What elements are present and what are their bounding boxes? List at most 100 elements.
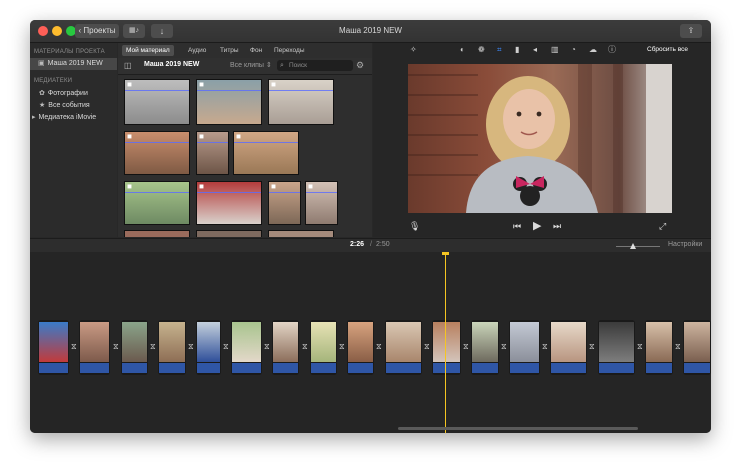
clip-thumbnail[interactable]: ◼ [233, 131, 299, 175]
color-balance-icon[interactable]: ◐ [460, 44, 465, 56]
timeline-clip[interactable] [79, 320, 110, 375]
transition-icon[interactable]: ⧖ [223, 342, 229, 352]
transition-icon[interactable]: ⧖ [302, 342, 308, 352]
timeline-clip[interactable] [509, 320, 540, 375]
transition-icon[interactable]: ⧖ [463, 342, 469, 352]
playhead[interactable] [445, 252, 446, 433]
clip-thumbnail[interactable]: ◼ [124, 131, 190, 175]
transition-icon[interactable]: ⧖ [376, 342, 382, 352]
transition-icon[interactable]: ⧖ [188, 342, 194, 352]
camera-icon: ◼ [127, 184, 132, 190]
disclosure-triangle-icon[interactable]: ▸ [32, 114, 36, 121]
clip-thumbnail[interactable]: ◼ [196, 131, 229, 175]
project-media-header: МАТЕРИАЛЫ ПРОЕКТА [34, 49, 105, 55]
search-field[interactable]: ⌕ [277, 60, 353, 71]
stabilization-icon[interactable]: ▮ [515, 44, 519, 56]
tab-backgrounds[interactable]: Фон [246, 45, 266, 56]
camera-icon: ◼ [308, 184, 313, 190]
search-input[interactable] [289, 60, 349, 71]
play-icon[interactable]: ▶ [533, 219, 541, 233]
skip-forward-icon[interactable]: ⏭ [553, 219, 561, 233]
timeline-clip[interactable] [432, 320, 461, 375]
sidebar-item-imovie-library[interactable]: ▸ Медиатека iMovie [32, 113, 96, 121]
sidebar-item-photos[interactable]: ✿ Фотографии [39, 89, 88, 97]
timeline-clip[interactable] [231, 320, 262, 375]
video-preview[interactable] [408, 64, 672, 213]
browser-tabs: Мой материал Аудио Титры Фон Переходы [118, 43, 372, 57]
photos-icon: ✿ [39, 90, 45, 97]
timeline-clip[interactable] [121, 320, 148, 375]
timeline-clip[interactable] [310, 320, 337, 375]
video-track: ⧖ ⧖ ⧖ ⧖ ⧖ ⧖ ⧖ ⧖ ⧖ ⧖ ⧖ ⧖ ⧖ ⧖ ⧖ ⧖ [30, 320, 711, 375]
browser-settings-icon[interactable]: ⚙ [356, 60, 364, 71]
events-icon: ★ [39, 102, 46, 109]
camera-icon: ◼ [199, 184, 204, 190]
crop-icon[interactable]: ⌗ [497, 44, 502, 56]
equalizer-icon[interactable]: ▥ [551, 44, 559, 56]
sidebar-item-label: Все события [48, 102, 90, 109]
transition-icon[interactable]: ⧖ [589, 342, 595, 352]
clip-thumbnail[interactable]: ◼ [305, 181, 338, 225]
tab-audio[interactable]: Аудио [184, 45, 210, 56]
timeline-clip[interactable] [347, 320, 374, 375]
sidebar-item-all-events[interactable]: ★ Все события [39, 101, 90, 109]
right-eye [536, 111, 542, 117]
clip-thumbnail[interactable]: ◼ [196, 181, 262, 225]
timeline-clip[interactable] [598, 320, 635, 375]
transition-icon[interactable]: ⧖ [424, 342, 430, 352]
clip-thumbnail[interactable] [124, 230, 190, 237]
timeline-clip[interactable] [38, 320, 69, 375]
transition-icon[interactable]: ⧖ [150, 342, 156, 352]
transition-icon[interactable]: ⧖ [339, 342, 345, 352]
share-button[interactable]: ⇪ [680, 24, 702, 38]
zoom-slider-track[interactable] [616, 246, 660, 247]
reset-all-button[interactable]: Сбросить все [647, 45, 688, 55]
transition-icon[interactable]: ⧖ [675, 342, 681, 352]
transition-icon[interactable]: ⧖ [542, 342, 548, 352]
sidebar-toggle-icon[interactable]: ◫ [124, 61, 132, 70]
transition-icon[interactable]: ⧖ [113, 342, 119, 352]
fullscreen-icon[interactable]: ⤢ [659, 219, 666, 233]
face [503, 89, 555, 149]
volume-icon[interactable]: ◂ [533, 44, 537, 56]
speed-icon[interactable]: ◔ [571, 44, 576, 56]
transition-icon[interactable]: ⧖ [501, 342, 507, 352]
timeline-clip[interactable] [471, 320, 499, 375]
clip-thumbnail[interactable] [196, 230, 262, 237]
clip-thumbnail[interactable] [268, 230, 334, 237]
clip-thumbnail[interactable]: ◼ [196, 79, 262, 125]
timeline-clip[interactable] [550, 320, 587, 375]
transition-icon[interactable]: ⧖ [637, 342, 643, 352]
timeline-clip[interactable] [158, 320, 186, 375]
horizontal-scrollbar[interactable] [398, 427, 638, 430]
timeline-settings-button[interactable]: Настройки [668, 241, 702, 248]
timeline[interactable]: ⧖ ⧖ ⧖ ⧖ ⧖ ⧖ ⧖ ⧖ ⧖ ⧖ ⧖ ⧖ ⧖ ⧖ ⧖ ⧖ [30, 252, 711, 433]
sidebar-item-project[interactable]: ▣ Маша 2019 NEW [30, 58, 117, 70]
transition-icon[interactable]: ⧖ [71, 342, 77, 352]
timeline-clip[interactable] [272, 320, 299, 375]
tab-transitions[interactable]: Переходы [270, 45, 309, 56]
clip-filter-select[interactable]: Все клипы ⇕ [230, 61, 272, 69]
noise-reduction-icon[interactable]: ☁ [589, 44, 597, 56]
timeline-clip[interactable] [385, 320, 422, 375]
title-bar: ‹ Проекты ▦♪ ↓ Маша 2019 NEW ⇪ [30, 20, 711, 43]
color-correction-icon[interactable]: ❁ [478, 44, 485, 56]
clip-thumbnail[interactable]: ◼ [124, 181, 190, 225]
clip-thumbnail[interactable]: ◼ [268, 79, 334, 125]
media-browser: Мой материал Аудио Титры Фон Переходы ◫ … [118, 43, 372, 237]
tab-my-media[interactable]: Мой материал [122, 45, 174, 56]
transition-icon[interactable]: ⧖ [264, 342, 270, 352]
microphone-icon[interactable]: 🎙 [409, 219, 420, 233]
clip-thumbnail[interactable]: ◼ [268, 181, 301, 225]
skip-back-icon[interactable]: ⏮ [513, 219, 521, 233]
magic-wand-icon[interactable]: ✧ [410, 44, 417, 56]
zoom-slider-knob[interactable] [630, 243, 636, 249]
clip-thumbnail[interactable]: ◼ [124, 79, 190, 125]
search-icon: ⌕ [280, 62, 284, 69]
timeline-clip[interactable] [683, 320, 711, 375]
timeline-clip[interactable] [196, 320, 221, 375]
window-light [646, 64, 672, 213]
info-icon[interactable]: ⓘ [608, 44, 616, 56]
timeline-clip[interactable] [645, 320, 673, 375]
tab-titles[interactable]: Титры [216, 45, 243, 56]
